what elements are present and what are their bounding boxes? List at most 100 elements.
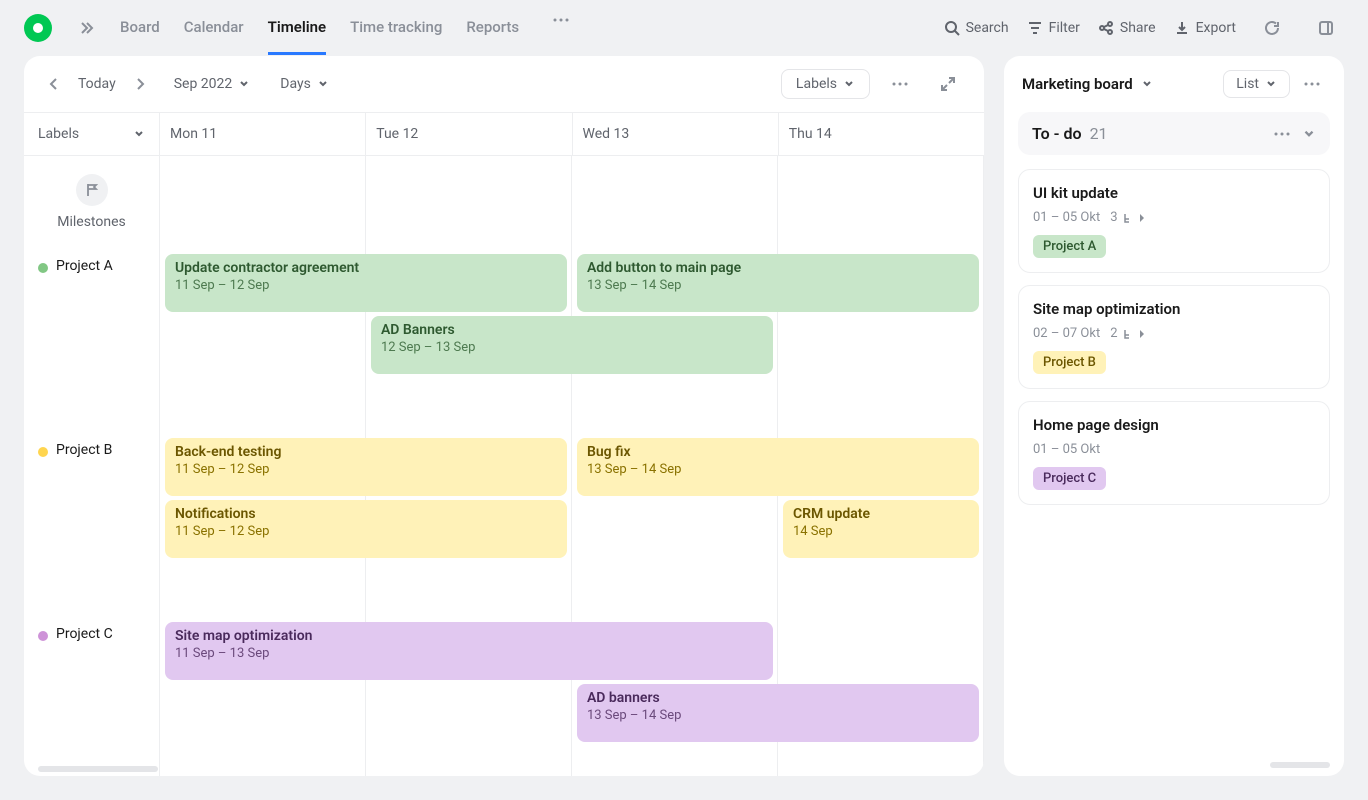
- panel-toggle-icon[interactable]: [1308, 10, 1344, 46]
- search-action[interactable]: Search: [944, 20, 1009, 36]
- task-bar[interactable]: AD Banners12 Sep – 13 Sep: [371, 316, 773, 374]
- task-bar[interactable]: Update contractor agreement 11 Sep – 12 S…: [165, 254, 567, 312]
- task-bar[interactable]: CRM update 14 Sep: [783, 500, 979, 558]
- filter-icon: [1027, 20, 1043, 36]
- filter-action[interactable]: Filter: [1027, 20, 1080, 36]
- fullscreen-icon[interactable]: [930, 66, 966, 102]
- timeline-more-icon[interactable]: [882, 66, 918, 102]
- tab-calendar[interactable]: Calendar: [184, 2, 244, 55]
- tab-board[interactable]: Board: [120, 2, 160, 55]
- task-card[interactable]: Site map optimization02 – 07 Okt2 Projec…: [1018, 285, 1330, 389]
- tab-reports[interactable]: Reports: [466, 2, 519, 55]
- task-dates: 11 Sep – 12 Sep: [175, 278, 557, 293]
- row-label-project-a[interactable]: Project A: [24, 248, 159, 432]
- subtask-icon: [1122, 328, 1134, 340]
- task-bar[interactable]: Add button to main page13 Sep – 14 Sep: [577, 254, 979, 312]
- task-bar[interactable]: Bug fix 13 Sep – 14 Sep: [577, 438, 979, 496]
- task-title: Site map optimization: [175, 628, 763, 644]
- day-header-tue: Tue 12: [366, 113, 572, 155]
- more-tabs-icon[interactable]: [543, 2, 579, 38]
- group-header-todo[interactable]: To - do 21: [1018, 112, 1330, 155]
- task-card[interactable]: UI kit update 01 – 05 Okt 3 Project A: [1018, 169, 1330, 273]
- card-dates: 01 – 05 Okt: [1033, 210, 1100, 225]
- side-scrollbar[interactable]: [1270, 762, 1330, 768]
- task-card[interactable]: Home page design01 – 05 OktProject C: [1018, 401, 1330, 505]
- task-title: Back-end testing: [175, 444, 557, 460]
- card-title: Site map optimization: [1033, 300, 1315, 318]
- card-dates: 02 – 07 Okt: [1033, 326, 1100, 341]
- next-day-icon[interactable]: [128, 66, 152, 102]
- side-more-icon[interactable]: [1298, 66, 1326, 102]
- group-count: 21: [1090, 124, 1108, 143]
- project-dot: [38, 631, 48, 641]
- board-name[interactable]: Marketing board: [1022, 75, 1133, 93]
- expand-nav-icon[interactable]: [68, 10, 104, 46]
- row-label-project-b[interactable]: Project B: [24, 432, 159, 616]
- refresh-icon[interactable]: [1254, 10, 1290, 46]
- share-icon: [1098, 20, 1114, 36]
- task-title: Update contractor agreement: [175, 260, 557, 276]
- chevron-down-icon: [843, 78, 855, 90]
- card-meta: 02 – 07 Okt 2: [1033, 326, 1315, 341]
- project-dot: [38, 447, 48, 457]
- task-dates: 14 Sep: [793, 524, 969, 539]
- labels-column-header[interactable]: Labels: [24, 113, 160, 155]
- task-bar[interactable]: AD banners13 Sep – 14 Sep: [577, 684, 979, 742]
- task-dates: 13 Sep – 14 Sep: [587, 462, 969, 477]
- export-label: Export: [1196, 20, 1236, 36]
- task-bar[interactable]: Notifications 11 Sep – 12 Sep: [165, 500, 567, 558]
- project-tag: Project C: [1033, 467, 1106, 490]
- timeline-grid[interactable]: Update contractor agreement 11 Sep – 12 S…: [160, 156, 984, 776]
- group-more-icon[interactable]: [1274, 132, 1290, 136]
- task-dates: 11 Sep – 12 Sep: [175, 524, 557, 539]
- chevron-down-icon[interactable]: [1141, 78, 1153, 90]
- day-header-mon: Mon 11: [160, 113, 366, 155]
- export-action[interactable]: Export: [1174, 20, 1236, 36]
- tab-timeline[interactable]: Timeline: [268, 2, 326, 55]
- horizontal-scrollbar[interactable]: [38, 766, 158, 772]
- subtask-icon: [1122, 212, 1134, 224]
- task-bar[interactable]: Site map optimization 11 Sep – 13 Sep: [165, 622, 773, 680]
- today-button[interactable]: Today: [78, 76, 116, 92]
- share-label: Share: [1120, 20, 1156, 36]
- labels-sidebar: Milestones Project A Project B Project C: [24, 156, 160, 776]
- timeline-panel: Today Sep 2022 Days Labels: [24, 56, 984, 776]
- list-view-button[interactable]: List: [1223, 70, 1290, 98]
- task-dates: 13 Sep – 14 Sep: [587, 278, 969, 293]
- row-label-text: Project B: [56, 442, 112, 458]
- day-header-wed: Wed 13: [573, 113, 779, 155]
- labels-selector-label: Labels: [796, 76, 837, 92]
- task-bar[interactable]: Back-end testing 11 Sep – 12 Sep: [165, 438, 567, 496]
- list-button-label: List: [1236, 76, 1259, 92]
- app-logo[interactable]: [24, 14, 52, 42]
- day-header-thu: Thu 14: [779, 113, 984, 155]
- task-dates: 11 Sep – 12 Sep: [175, 462, 557, 477]
- labels-selector[interactable]: Labels: [781, 69, 870, 99]
- row-label-project-c[interactable]: Project C: [24, 616, 159, 776]
- month-selector[interactable]: Sep 2022: [174, 76, 251, 92]
- share-action[interactable]: Share: [1098, 20, 1156, 36]
- subtask-count: 2: [1110, 326, 1145, 341]
- row-label-text: Project C: [56, 626, 113, 642]
- granularity-selector[interactable]: Days: [280, 76, 329, 92]
- task-title: Bug fix: [587, 444, 969, 460]
- task-title: Notifications: [175, 506, 557, 522]
- filter-label: Filter: [1049, 20, 1080, 36]
- prev-day-icon[interactable]: [42, 66, 66, 102]
- today-label: Today: [78, 76, 116, 92]
- search-icon: [944, 20, 960, 36]
- subtask-count: 3: [1110, 210, 1145, 225]
- card-title: UI kit update: [1033, 184, 1315, 202]
- nav-tabs: Board Calendar Timeline Time tracking Re…: [120, 2, 579, 55]
- card-dates: 01 – 05 Okt: [1033, 442, 1100, 457]
- chevron-down-icon[interactable]: [1302, 127, 1316, 141]
- task-title: AD Banners: [381, 322, 763, 338]
- tab-time-tracking[interactable]: Time tracking: [350, 2, 442, 55]
- task-dates: 11 Sep – 13 Sep: [175, 646, 763, 661]
- card-meta: 01 – 05 Okt 3: [1033, 210, 1315, 225]
- task-dates: 13 Sep – 14 Sep: [587, 708, 969, 723]
- row-label-text: Project A: [56, 258, 113, 274]
- task-title: CRM update: [793, 506, 969, 522]
- project-tag: Project A: [1033, 235, 1106, 258]
- export-icon: [1174, 20, 1190, 36]
